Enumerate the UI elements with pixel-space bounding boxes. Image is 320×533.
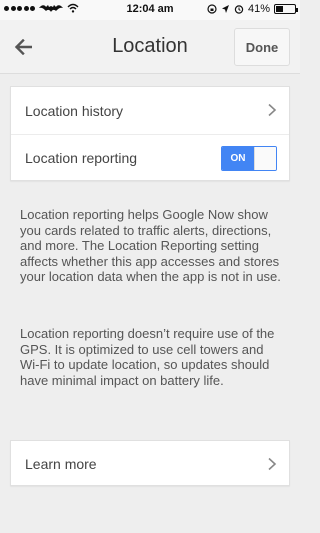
toggle-knob	[254, 147, 276, 170]
learn-more-card: Learn more	[10, 440, 290, 486]
done-button[interactable]: Done	[234, 28, 290, 66]
location-reporting-label: Location reporting	[25, 150, 138, 166]
battery-fill	[276, 6, 284, 12]
location-arrow-icon	[221, 5, 229, 13]
learn-more-label: Learn more	[25, 456, 97, 472]
battery-icon	[274, 4, 298, 14]
location-settings-card: Location history Location reporting ON	[10, 86, 290, 181]
app-bar: Location Done	[0, 20, 300, 74]
location-history-row[interactable]: Location history	[11, 87, 289, 134]
status-bar: 12:04 am 41%	[0, 0, 300, 20]
gps-info-text: Location reporting doesn’t require use o…	[20, 326, 275, 388]
chevron-right-icon	[268, 103, 277, 117]
chevron-right-icon	[268, 457, 277, 471]
location-history-label: Location history	[25, 102, 124, 119]
toggle-on-label: ON	[222, 147, 254, 170]
learn-more-row[interactable]: Learn more	[11, 441, 289, 487]
battery-percentage: 41%	[247, 3, 270, 15]
status-right: 41%	[207, 3, 298, 15]
location-reporting-info-text: Location reporting helps Google Now show…	[20, 207, 281, 284]
alarm-icon	[234, 5, 244, 14]
location-reporting-toggle[interactable]: ON	[221, 146, 277, 171]
location-reporting-row: Location reporting ON	[11, 134, 289, 181]
rotation-lock-icon	[207, 4, 217, 14]
